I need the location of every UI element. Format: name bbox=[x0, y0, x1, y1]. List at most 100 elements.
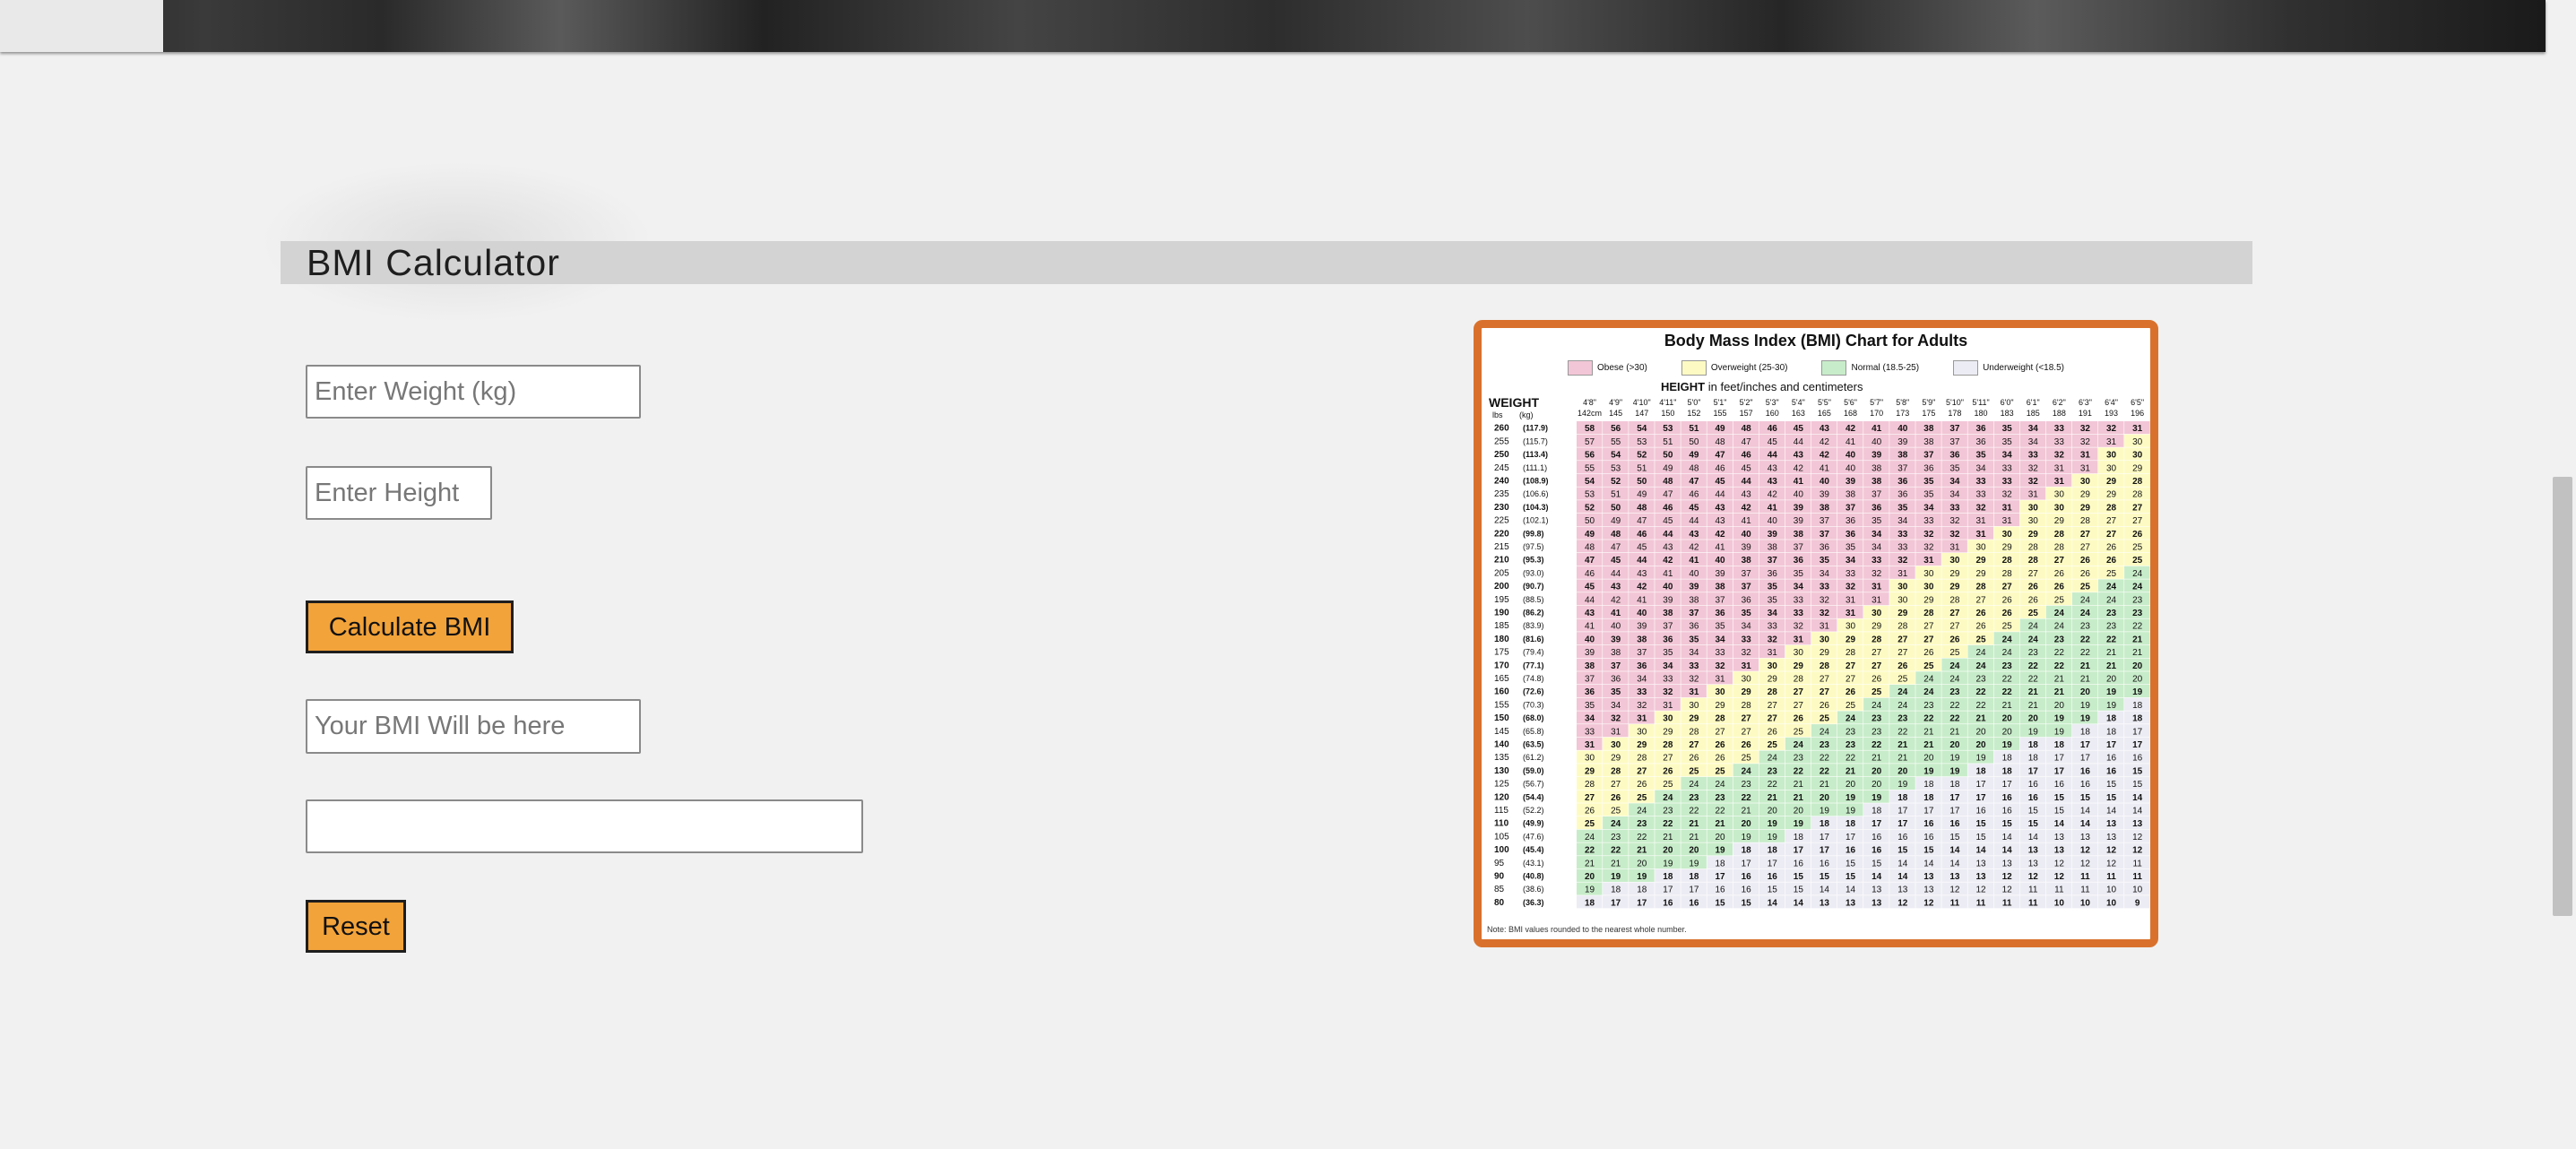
bmi-cell-value: 34 bbox=[1975, 463, 1986, 473]
bmi-cell-value: 41 bbox=[1794, 477, 1804, 487]
bmi-cell-value: 13 bbox=[1975, 872, 1986, 882]
bmi-cell-value: 12 bbox=[2028, 872, 2039, 882]
page-scrollbar[interactable] bbox=[2549, 0, 2576, 1149]
bmi-cell-value: 29 bbox=[1663, 727, 1673, 737]
bmi-cell-value: 40 bbox=[1742, 530, 1752, 540]
bmi-cell-value: 24 bbox=[1897, 687, 1908, 697]
bmi-cell-value: 26 bbox=[1923, 648, 1934, 658]
bmi-cell-value: 17 bbox=[1846, 833, 1856, 842]
weight-lbs-label: 100 bbox=[1494, 845, 1509, 855]
bmi-cell-value: 50 bbox=[1663, 451, 1673, 461]
bmi-cell-value: 24 bbox=[1689, 780, 1699, 790]
bmi-cell-value: 31 bbox=[1820, 622, 1830, 632]
bmi-cell-value: 16 bbox=[2028, 793, 2039, 803]
bmi-cell-value: 30 bbox=[1846, 622, 1856, 632]
bmi-cell-value: 30 bbox=[1715, 687, 1725, 697]
weight-kg-label: (77.1) bbox=[1523, 661, 1544, 670]
bmi-cell-value: 43 bbox=[1663, 543, 1673, 553]
bmi-cell-value: 13 bbox=[1871, 886, 1882, 895]
bmi-cell-value: 12 bbox=[2132, 833, 2143, 842]
weight-kg-label: (54.4) bbox=[1523, 792, 1544, 801]
bmi-cell-value: 21 bbox=[2106, 661, 2117, 671]
bmi-result-field[interactable] bbox=[306, 699, 641, 754]
height-cm-label: 170 bbox=[1870, 409, 1883, 418]
bmi-cell-value: 25 bbox=[1897, 675, 1908, 685]
legend-swatch-overweight bbox=[1681, 360, 1707, 376]
bmi-cell-value: 14 bbox=[1897, 872, 1908, 882]
bmi-cell-value: 22 bbox=[1715, 807, 1725, 816]
bmi-cell-value: 18 bbox=[1611, 886, 1621, 895]
bmi-cell-value: 24 bbox=[1637, 807, 1647, 816]
bmi-cell-value: 34 bbox=[1585, 714, 1595, 724]
bmi-cell-value: 16 bbox=[1871, 833, 1882, 842]
bmi-cell-value: 26 bbox=[1871, 675, 1882, 685]
bmi-cell-value: 30 bbox=[1637, 727, 1647, 737]
bmi-cell-value: 42 bbox=[1820, 437, 1830, 447]
bmi-cell-value: 13 bbox=[1923, 872, 1934, 882]
bmi-cell-value: 15 bbox=[2080, 793, 2091, 803]
bmi-cell-value: 33 bbox=[2028, 451, 2039, 461]
bmi-cell-value: 26 bbox=[1585, 807, 1595, 816]
bmi-cell-value: 18 bbox=[1637, 886, 1647, 895]
bmi-cell-value: 39 bbox=[1794, 516, 1804, 526]
bmi-cell-value: 27 bbox=[1663, 754, 1673, 764]
bmi-cell-value: 33 bbox=[1585, 727, 1595, 737]
bmi-cell-value: 19 bbox=[2028, 727, 2039, 737]
bmi-cell-value: 17 bbox=[1742, 859, 1752, 868]
bmi-cell-value: 31 bbox=[2080, 451, 2091, 461]
bmi-cell-value: 29 bbox=[1715, 701, 1725, 711]
bmi-cell-value: 31 bbox=[2002, 516, 2013, 526]
height-ft-label: 5'9" bbox=[1922, 398, 1935, 407]
bmi-category-field[interactable] bbox=[306, 799, 863, 853]
scrollbar-thumb[interactable] bbox=[2553, 477, 2572, 916]
bmi-cell-value: 27 bbox=[1585, 793, 1595, 803]
bmi-cell-value: 36 bbox=[1897, 490, 1908, 500]
bmi-cell-value: 17 bbox=[2054, 754, 2065, 764]
bmi-cell-value: 31 bbox=[1897, 569, 1908, 579]
bmi-cell-value: 19 bbox=[1820, 807, 1830, 816]
bmi-cell-value: 17 bbox=[1820, 833, 1830, 842]
bmi-cell-value: 22 bbox=[1820, 766, 1830, 776]
bmi-cell-value: 37 bbox=[1794, 543, 1804, 553]
reset-button[interactable]: Reset bbox=[306, 900, 406, 953]
bmi-cell-value: 27 bbox=[1689, 740, 1699, 750]
bmi-cell-value: 24 bbox=[1897, 701, 1908, 711]
bmi-cell-value: 32 bbox=[2080, 424, 2091, 434]
height-input[interactable] bbox=[306, 466, 492, 520]
bmi-cell-value: 22 bbox=[1768, 780, 1778, 790]
bmi-cell-value: 16 bbox=[1846, 846, 1856, 856]
bmi-cell-value: 51 bbox=[1637, 463, 1647, 473]
bmi-cell-value: 28 bbox=[1689, 727, 1699, 737]
chart-note: Note: BMI values rounded to the nearest … bbox=[1487, 925, 1687, 934]
bmi-cell-value: 24 bbox=[1975, 661, 1986, 671]
bmi-cell-value: 24 bbox=[1949, 675, 1960, 685]
bmi-cell-value: 16 bbox=[2028, 780, 2039, 790]
weight-kg-label: (56.7) bbox=[1523, 780, 1544, 789]
bmi-cell-value: 15 bbox=[1715, 898, 1725, 908]
bmi-cell-value: 45 bbox=[1663, 516, 1673, 526]
banner-left-margin bbox=[0, 0, 163, 52]
weight-input[interactable] bbox=[306, 365, 641, 419]
bmi-cell-value: 17 bbox=[2054, 766, 2065, 776]
bmi-cell-value: 28 bbox=[2002, 556, 2013, 566]
bmi-cell-value: 19 bbox=[1689, 859, 1699, 868]
bmi-cell-value: 41 bbox=[1871, 424, 1882, 434]
bmi-cell-value: 23 bbox=[1768, 766, 1778, 776]
bmi-cell-value: 24 bbox=[1742, 766, 1752, 776]
bmi-cell-value: 35 bbox=[2002, 424, 2013, 434]
bmi-cell-value: 21 bbox=[2132, 648, 2143, 658]
bmi-cell-value: 27 bbox=[2106, 516, 2117, 526]
bmi-cell-value: 22 bbox=[2002, 687, 2013, 697]
weight-lbs-label: 140 bbox=[1494, 740, 1509, 750]
bmi-cell-value: 18 bbox=[2002, 766, 2013, 776]
bmi-cell-value: 27 bbox=[1742, 714, 1752, 724]
bmi-cell-value: 25 bbox=[1611, 807, 1621, 816]
bmi-cell-value: 28 bbox=[2132, 477, 2143, 487]
bmi-cell-value: 16 bbox=[1663, 898, 1673, 908]
bmi-cell-value: 17 bbox=[2028, 766, 2039, 776]
bmi-cell-value: 15 bbox=[1923, 846, 1934, 856]
height-cm-label: 178 bbox=[1948, 409, 1961, 418]
bmi-cell-value: 21 bbox=[2132, 635, 2143, 644]
bmi-cell-value: 29 bbox=[2080, 503, 2091, 513]
calculate-bmi-button[interactable]: Calculate BMI bbox=[306, 600, 514, 653]
